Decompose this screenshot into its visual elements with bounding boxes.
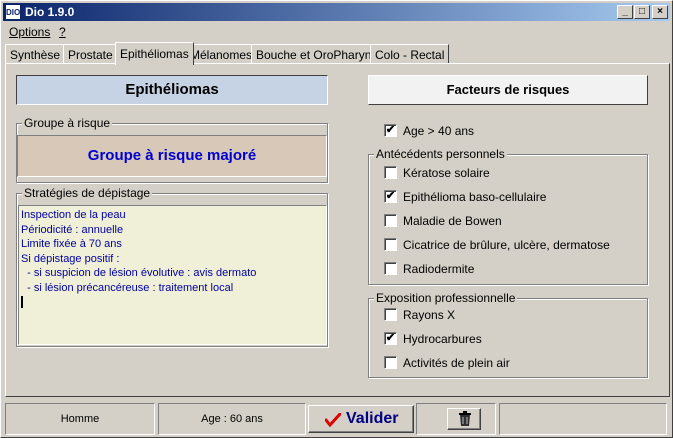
age-over-40-checkbox[interactable]: ✔ Age > 40 ans [384, 123, 584, 139]
check-icon[interactable] [384, 262, 397, 275]
tab-synthese[interactable]: Synthèse [5, 44, 66, 64]
maximize-button[interactable]: □ [634, 5, 650, 19]
cicatrice-checkbox[interactable]: Cicatrice de brûlure, ulcère, dermatose [384, 237, 644, 253]
menu-options[interactable]: Options [9, 25, 50, 39]
screening-strategies-text[interactable]: Inspection de la peau Périodicité : annu… [18, 205, 327, 345]
trash-icon [459, 411, 471, 426]
risk-factors-header: Facteurs de risques [368, 75, 648, 105]
status-empty-cell [499, 403, 667, 435]
validate-button[interactable]: Valider [308, 405, 414, 433]
risk-group-legend: Groupe à risque [22, 116, 113, 130]
app-icon[interactable]: DIO [5, 4, 21, 20]
screening-strategies-legend: Stratégies de dépistage [22, 186, 153, 200]
check-icon[interactable]: ✔ [384, 124, 397, 137]
minimize-button[interactable]: _ [617, 5, 633, 19]
strategy-line: Inspection de la peau [21, 209, 126, 221]
app-window: DIO Dio 1.9.0 _ □ × Options ? Synthèse P… [0, 0, 673, 438]
close-button[interactable]: × [652, 5, 668, 19]
delete-cell [416, 403, 496, 435]
text-caret [21, 296, 23, 309]
risk-group-box: Groupe à risque Groupe à risque majoré [16, 116, 328, 183]
check-icon[interactable] [384, 166, 397, 179]
title-bar[interactable]: DIO Dio 1.9.0 _ □ × [3, 3, 670, 21]
patient-age: Age : 60 ans [158, 403, 306, 435]
cancer-type-header: Epithéliomas [16, 75, 328, 105]
check-icon[interactable]: ✔ [384, 332, 397, 345]
risk-group-value: Groupe à risque majoré [17, 135, 327, 177]
window-title: Dio 1.9.0 [25, 5, 75, 19]
strategy-line: Périodicité : annuelle [21, 223, 124, 236]
screening-strategies-box: Stratégies de dépistage Inspection de la… [16, 186, 328, 347]
professional-exposure-legend: Exposition professionnelle [374, 291, 518, 305]
strategy-line: - si lésion précancéreuse : traitement l… [21, 281, 234, 294]
personal-history-legend: Antécédents personnels [374, 147, 507, 161]
strategy-line: Si dépistage positif : [21, 252, 120, 265]
strategy-line: Limite fixée à 70 ans [21, 238, 122, 250]
check-icon[interactable] [384, 238, 397, 251]
tab-colo-rectal[interactable]: Colo - Rectal [370, 44, 450, 64]
activites-plein-air-checkbox[interactable]: Activités de plein air [384, 355, 634, 371]
patient-sex: Homme [5, 403, 155, 435]
personal-history-box: Antécédents personnels Kératose solaire … [368, 147, 648, 285]
check-icon[interactable] [384, 214, 397, 227]
tab-bouche-oropharynx[interactable]: Bouche et OroPharynx [251, 44, 383, 64]
check-icon[interactable] [384, 308, 397, 321]
tab-strip: Synthèse Prostate Epithéliomas Mélanomes… [5, 42, 670, 65]
menu-help[interactable]: ? [59, 25, 66, 39]
hydrocarbures-checkbox[interactable]: ✔ Hydrocarbures [384, 331, 634, 347]
validate-label: Valider [346, 410, 399, 427]
keratose-solaire-checkbox[interactable]: Kératose solaire [384, 165, 634, 181]
radiodermite-checkbox[interactable]: Radiodermite [384, 261, 634, 277]
menu-bar: Options ? [3, 23, 670, 41]
rayons-x-checkbox[interactable]: Rayons X [384, 307, 634, 323]
status-bar: Homme Age : 60 ans Valider [3, 401, 670, 437]
tab-panel-epitheliomas: Epithéliomas Groupe à risque Groupe à ri… [5, 63, 670, 397]
tab-epitheliomas[interactable]: Epithéliomas [115, 42, 194, 65]
professional-exposure-box: Exposition professionnelle Rayons X ✔ Hy… [368, 291, 648, 378]
check-icon[interactable]: ✔ [384, 190, 397, 203]
maladie-de-bowen-checkbox[interactable]: Maladie de Bowen [384, 213, 634, 229]
epithelioma-baso-cellulaire-checkbox[interactable]: ✔ Epithélioma baso-cellulaire [384, 189, 634, 205]
delete-button[interactable] [447, 408, 481, 430]
strategy-line: - si suspicion de lésion évolutive : avi… [21, 267, 257, 279]
check-icon[interactable] [384, 356, 397, 369]
tab-prostate[interactable]: Prostate [63, 44, 118, 64]
tab-melanomes[interactable]: Mélanomes [185, 44, 258, 64]
checkmark-icon [325, 413, 341, 427]
